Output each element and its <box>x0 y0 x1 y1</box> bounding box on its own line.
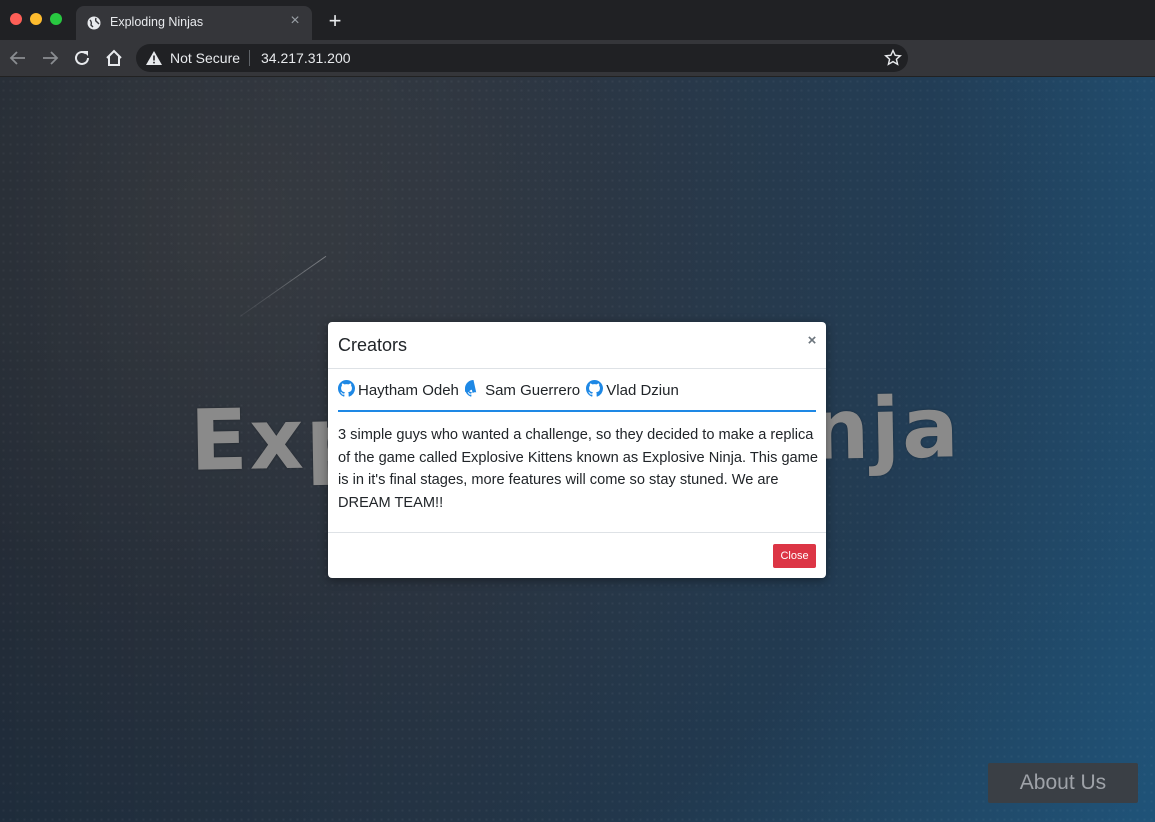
modal-title: Creators <box>338 335 408 355</box>
creator-link[interactable]: Sam Guerrero <box>465 380 580 399</box>
address-bar[interactable]: Not Secure 34.217.31.200 <box>136 44 908 72</box>
creator-name: Sam Guerrero <box>485 382 581 399</box>
creator-link[interactable]: Haytham Odeh <box>338 380 459 399</box>
url-text[interactable]: 34.217.31.200 <box>261 50 351 66</box>
back-arrow-icon[interactable] <box>6 46 30 70</box>
warning-icon <box>146 51 162 65</box>
tab-title: Exploding Ninjas <box>110 15 204 29</box>
browser-toolbar: Not Secure 34.217.31.200 S <box>0 40 1155 107</box>
bookmark-star-icon[interactable] <box>884 49 902 67</box>
close-icon[interactable]: × <box>804 333 820 349</box>
github-icon <box>465 380 477 397</box>
minimize-window-button[interactable] <box>30 13 42 25</box>
creators-modal: Creators × Haytham Odeh Sam Guerrero Vla… <box>328 322 826 578</box>
shooting-star <box>239 255 327 317</box>
modal-description: 3 simple guys who wanted a challenge, so… <box>338 427 818 511</box>
forward-arrow-icon[interactable] <box>38 46 62 70</box>
globe-icon <box>87 16 101 30</box>
creator-name: Haytham Odeh <box>358 382 459 399</box>
security-status[interactable]: Not Secure <box>170 50 240 66</box>
close-button[interactable]: Close <box>773 544 816 568</box>
browser-tab[interactable]: Exploding Ninjas × <box>76 6 312 40</box>
omnibox-divider <box>249 50 250 66</box>
close-window-button[interactable] <box>10 13 22 25</box>
creators-list: Haytham Odeh Sam Guerrero Vlad Dziun <box>338 380 681 402</box>
github-icon <box>586 380 604 397</box>
new-tab-button[interactable]: + <box>324 10 346 32</box>
about-us-button[interactable]: About Us <box>988 763 1138 803</box>
creators-divider <box>338 410 816 412</box>
maximize-window-button[interactable] <box>50 13 62 25</box>
modal-footer: Close <box>328 532 826 579</box>
reload-icon[interactable] <box>70 46 94 70</box>
tab-strip: Exploding Ninjas × + <box>0 0 1155 40</box>
github-icon <box>338 380 355 397</box>
modal-header: Creators × <box>328 322 826 369</box>
creator-name: Vlad Dziun <box>606 382 679 399</box>
creator-link[interactable]: Vlad Dziun <box>586 380 679 399</box>
close-tab-icon[interactable]: × <box>286 12 304 30</box>
home-icon[interactable] <box>102 46 126 70</box>
